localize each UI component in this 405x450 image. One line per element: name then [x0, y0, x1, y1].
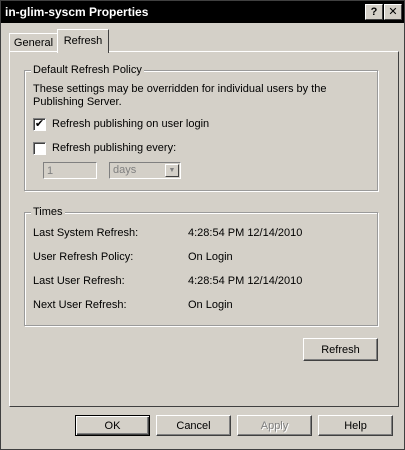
refresh-now-button[interactable]: Refresh	[303, 338, 378, 361]
chevron-down-icon[interactable]: ▼	[165, 164, 179, 177]
refresh-on-login-label: Refresh publishing on user login	[52, 118, 210, 130]
policy-description: These settings may be overridden for ind…	[33, 83, 327, 108]
refresh-every-checkbox[interactable]	[33, 141, 46, 155]
next-user-refresh-label: Next User Refresh:	[33, 299, 127, 311]
times-group: Times Last System Refresh: 4:28:54 PM 12…	[24, 206, 378, 326]
last-system-refresh-label: Last System Refresh:	[33, 227, 139, 239]
ok-button[interactable]: OK	[75, 415, 150, 436]
close-icon[interactable]: ✕	[384, 4, 402, 20]
title-bar: in-glim-syscm Properties ? ✕	[1, 1, 404, 23]
refresh-interval-input[interactable]: 1	[43, 162, 97, 179]
refresh-every-option[interactable]: Refresh publishing every:	[33, 141, 176, 155]
last-user-refresh-value: 4:28:54 PM 12/14/2010	[188, 275, 303, 287]
times-group-legend: Times	[31, 206, 65, 218]
refresh-interval-unit-value: days	[113, 164, 137, 176]
user-refresh-policy-value: On Login	[188, 251, 233, 263]
policy-group-legend: Default Refresh Policy	[31, 64, 144, 76]
user-refresh-policy-label: User Refresh Policy:	[33, 251, 134, 263]
apply-button[interactable]: Apply	[237, 415, 312, 436]
refresh-interval-unit-select[interactable]: days ▼	[109, 162, 181, 179]
refresh-every-label: Refresh publishing every:	[52, 142, 177, 154]
window-title: in-glim-syscm Properties	[5, 5, 149, 19]
next-user-refresh-value: On Login	[188, 299, 233, 311]
help-button[interactable]: Help	[318, 415, 393, 436]
tab-refresh[interactable]: Refresh	[57, 29, 109, 53]
tab-general[interactable]: General	[9, 33, 58, 52]
refresh-tab-panel: Default Refresh Policy These settings ma…	[9, 51, 399, 407]
last-system-refresh-value: 4:28:54 PM 12/14/2010	[188, 227, 303, 239]
cancel-button[interactable]: Cancel	[156, 415, 231, 436]
refresh-on-login-option[interactable]: ✔ Refresh publishing on user login	[33, 117, 209, 131]
help-icon[interactable]: ?	[365, 4, 383, 20]
refresh-on-login-checkbox[interactable]: ✔	[33, 117, 46, 131]
properties-dialog: in-glim-syscm Properties ? ✕ General Ref…	[0, 0, 405, 450]
default-refresh-policy-group: Default Refresh Policy These settings ma…	[24, 64, 378, 191]
last-user-refresh-label: Last User Refresh:	[33, 275, 125, 287]
